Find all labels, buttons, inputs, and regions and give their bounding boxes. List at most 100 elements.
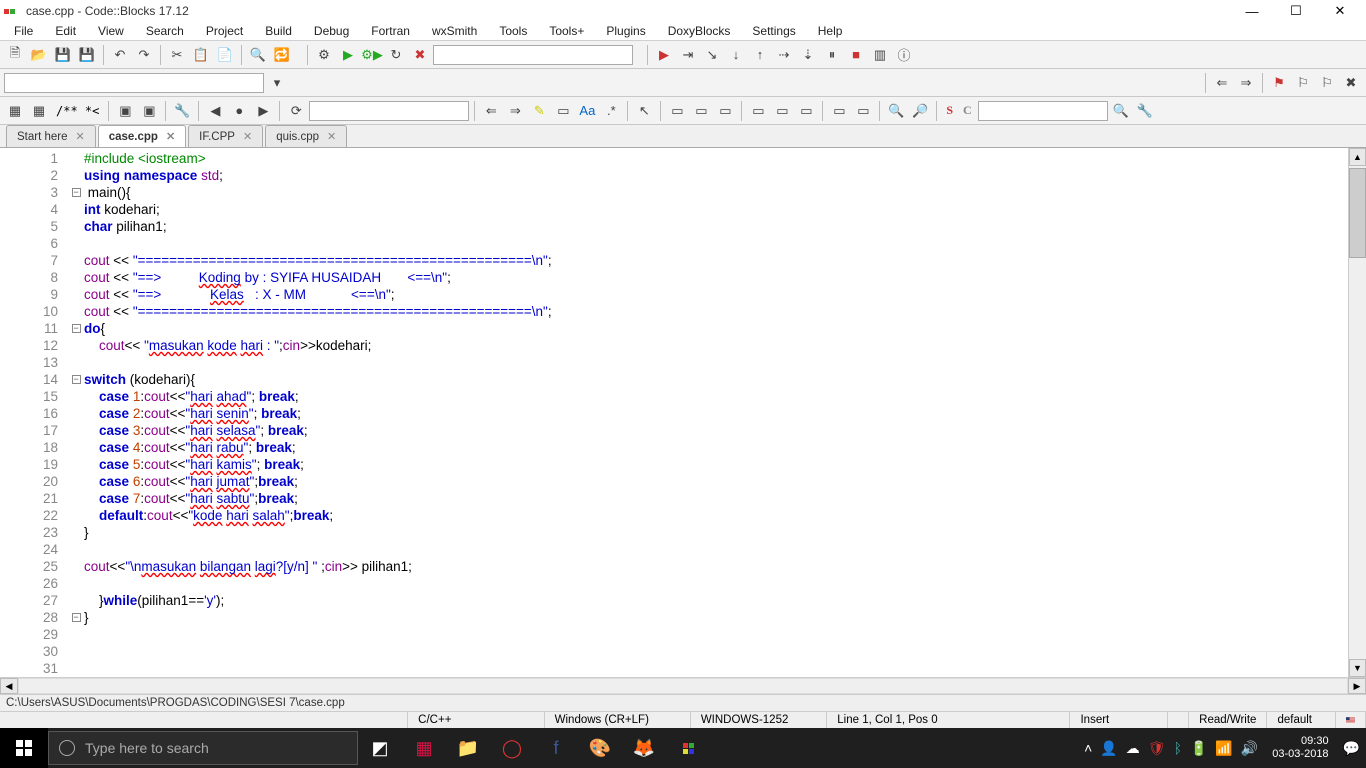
doxy-btn-3[interactable]: ▣ [114, 100, 136, 122]
redo-button[interactable]: ↷ [133, 44, 155, 66]
stop-debug-button[interactable]: ■ [845, 44, 867, 66]
doxy-btn-4[interactable]: ▣ [138, 100, 160, 122]
menu-search[interactable]: Search [136, 22, 194, 40]
cursor-button[interactable]: ↖ [633, 100, 655, 122]
doxy-btn-5[interactable]: 🔧 [171, 100, 193, 122]
rect-1-button[interactable]: ▭ [666, 100, 688, 122]
tab-quis-cpp[interactable]: quis.cpp✕ [265, 125, 347, 147]
tray-wifi-icon[interactable]: 📶 [1215, 740, 1232, 757]
jump-forward-button[interactable]: ▶ [252, 100, 274, 122]
opera-icon[interactable]: ◯ [490, 728, 534, 768]
code-editor[interactable]: #include <iostream>using namespace std; … [84, 148, 1366, 677]
menu-fortran[interactable]: Fortran [361, 22, 420, 40]
close-icon[interactable]: ✕ [76, 130, 85, 143]
bookmark-next-button[interactable]: ⚐ [1316, 72, 1338, 94]
firefox-icon[interactable]: 🦊 [622, 728, 666, 768]
close-button[interactable]: ✕ [1318, 0, 1362, 22]
debug-windows-button[interactable]: ▥ [869, 44, 891, 66]
abort-button[interactable]: ✖ [409, 44, 431, 66]
tab-case-cpp[interactable]: case.cpp✕ [98, 125, 186, 147]
tray-chevron-icon[interactable]: ˄ [1084, 740, 1092, 756]
step-into-button[interactable]: ↓ [725, 44, 747, 66]
vertical-scrollbar[interactable]: ▲ ▼ [1348, 148, 1366, 677]
last-jump-button[interactable]: ⟳ [285, 100, 307, 122]
menu-plugins[interactable]: Plugins [596, 22, 655, 40]
tab-start-here[interactable]: Start here✕ [6, 125, 96, 147]
bookmark-toggle-button[interactable]: ⚑ [1268, 72, 1290, 94]
menu-doxyblocks[interactable]: DoxyBlocks [658, 22, 741, 40]
tray-clock[interactable]: 09:30 03-03-2018 [1266, 735, 1334, 761]
next-instr-button[interactable]: ⇢ [773, 44, 795, 66]
highlight-button[interactable]: ✎ [528, 100, 550, 122]
cut-button[interactable]: ✂ [166, 44, 188, 66]
paste-button[interactable]: 📄 [214, 44, 236, 66]
horizontal-scrollbar[interactable]: ◀ ▶ [0, 677, 1366, 694]
tray-battery-icon[interactable]: 🔋 [1190, 740, 1207, 757]
rect-3-button[interactable]: ▭ [714, 100, 736, 122]
search-dropdown[interactable] [978, 101, 1108, 121]
bookmark-prev-button[interactable]: ⚐ [1292, 72, 1314, 94]
new-file-button[interactable]: 🗎 [4, 44, 26, 66]
taskbar-search[interactable]: Type here to search [48, 731, 358, 765]
scroll-down-icon[interactable]: ▼ [1349, 659, 1366, 677]
jump-dropdown[interactable] [309, 101, 469, 121]
scroll-up-icon[interactable]: ▲ [1349, 148, 1366, 166]
build-button[interactable]: ⚙ [313, 44, 335, 66]
tab-if-cpp[interactable]: IF.CPP✕ [188, 125, 263, 147]
fold-toggle-icon[interactable]: − [72, 324, 81, 333]
arrow-right-button[interactable]: ⇒ [504, 100, 526, 122]
close-icon[interactable]: ✕ [166, 130, 175, 143]
rect-8-button[interactable]: ▭ [852, 100, 874, 122]
debug-run-button[interactable]: ▶ [653, 44, 675, 66]
options-icon[interactable]: 🔧 [1134, 100, 1156, 122]
menu-tools[interactable]: Tools [489, 22, 537, 40]
nav-back-button[interactable]: ⇐ [1211, 72, 1233, 94]
minimize-button[interactable]: — [1230, 0, 1274, 22]
rect-5-button[interactable]: ▭ [771, 100, 793, 122]
step-out-button[interactable]: ↑ [749, 44, 771, 66]
build-target-dropdown[interactable] [433, 45, 633, 65]
close-icon[interactable]: ✕ [327, 130, 336, 143]
close-icon[interactable]: ✕ [243, 130, 252, 143]
tray-shield-icon[interactable]: 🛡 [1148, 740, 1166, 757]
fold-toggle-icon[interactable]: − [72, 188, 81, 197]
step-into-instr-button[interactable]: ⇣ [797, 44, 819, 66]
undo-button[interactable]: ↶ [109, 44, 131, 66]
nav-forward-button[interactable]: ⇒ [1235, 72, 1257, 94]
fold-toggle-icon[interactable]: − [72, 613, 81, 622]
tray-volume-icon[interactable]: 🔊 [1241, 740, 1258, 757]
menu-file[interactable]: File [4, 22, 43, 40]
powerpoint-icon[interactable]: ▦ [402, 728, 446, 768]
save-button[interactable]: 💾 [52, 44, 74, 66]
info-button[interactable]: ⓘ [893, 44, 915, 66]
jump-back-button[interactable]: ◀ [204, 100, 226, 122]
arrow-left-button[interactable]: ⇐ [480, 100, 502, 122]
menu-toolsplus[interactable]: Tools+ [539, 22, 594, 40]
maximize-button[interactable]: ☐ [1274, 0, 1318, 22]
tray-people-icon[interactable]: 👤 [1100, 740, 1117, 757]
next-line-button[interactable]: ↘ [701, 44, 723, 66]
menu-help[interactable]: Help [808, 22, 853, 40]
rebuild-button[interactable]: ↻ [385, 44, 407, 66]
run-button[interactable]: ▶ [337, 44, 359, 66]
bookmark-clear-button[interactable]: ✖ [1340, 72, 1362, 94]
build-run-button[interactable]: ⚙▶ [361, 44, 383, 66]
menu-build[interactable]: Build [255, 22, 302, 40]
doxy-btn-1[interactable]: ▦ [4, 100, 26, 122]
zoom-out-button[interactable]: 🔎 [909, 100, 931, 122]
scope-dropdown[interactable] [4, 73, 264, 93]
save-all-button[interactable]: 💾 [76, 44, 98, 66]
scroll-left-icon[interactable]: ◀ [0, 678, 18, 694]
doxy-btn-2[interactable]: ▦ [28, 100, 50, 122]
menu-debug[interactable]: Debug [304, 22, 359, 40]
match-case-button[interactable]: Aa [576, 100, 598, 122]
zoom-in-button[interactable]: 🔍 [885, 100, 907, 122]
select-button[interactable]: ▭ [552, 100, 574, 122]
rect-4-button[interactable]: ▭ [747, 100, 769, 122]
regex-button[interactable]: .* [600, 100, 622, 122]
codeblocks-icon[interactable] [666, 728, 710, 768]
break-button[interactable]: ⏸ [821, 44, 843, 66]
find-button[interactable]: 🔍 [247, 44, 269, 66]
search-go-button[interactable]: 🔍 [1110, 100, 1132, 122]
taskview-icon[interactable]: ◩ [358, 728, 402, 768]
